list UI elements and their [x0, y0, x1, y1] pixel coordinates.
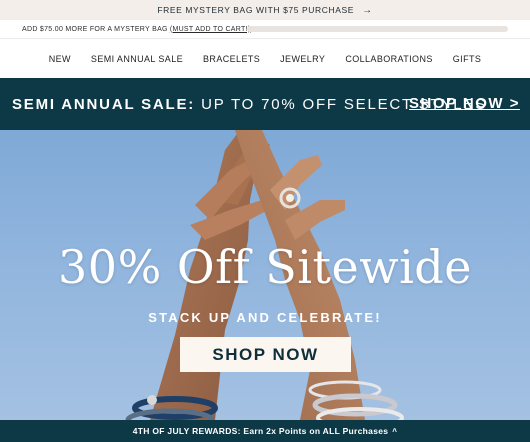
chevron-up-icon[interactable]: ^: [392, 427, 397, 436]
progress-bar: [247, 26, 508, 32]
rewards-bar[interactable]: 4TH OF JULY REWARDS: Earn 2x Points on A…: [0, 420, 530, 442]
sale-banner-label: SEMI ANNUAL SALE:: [12, 95, 196, 113]
nav-item-jewelry[interactable]: JEWELRY: [280, 54, 325, 64]
nav-item-semi-annual-sale[interactable]: SEMI ANNUAL SALE: [91, 54, 183, 64]
nav-item-bracelets[interactable]: BRACELETS: [203, 54, 260, 64]
hero-shop-now-button[interactable]: SHOP NOW: [180, 337, 351, 372]
progress-message: ADD $75.00 MORE FOR A MYSTERY BAG: [22, 25, 168, 33]
nav-item-gifts[interactable]: GIFTS: [453, 54, 482, 64]
main-nav: NEW SEMI ANNUAL SALE BRACELETS JEWELRY C…: [0, 38, 530, 78]
mystery-bag-progress: ADD $75.00 MORE FOR A MYSTERY BAG (MUST …: [0, 20, 530, 38]
promo-bar[interactable]: FREE MYSTERY BAG WITH $75 PURCHASE →: [0, 0, 530, 20]
sale-banner[interactable]: SEMI ANNUAL SALE: UP TO 70% OFF SELECT S…: [0, 78, 530, 130]
promo-text[interactable]: FREE MYSTERY BAG WITH $75 PURCHASE: [157, 5, 354, 15]
nav-item-collaborations[interactable]: COLLABORATIONS: [345, 54, 432, 64]
hero-title: 30% Off Sitewide: [58, 240, 472, 294]
hero-banner[interactable]: 30% Off Sitewide STACK UP AND CELEBRATE!…: [0, 130, 530, 420]
nav-item-new[interactable]: NEW: [49, 54, 71, 64]
must-add-to-cart-link[interactable]: (MUST ADD TO CART!): [170, 26, 251, 33]
rewards-text[interactable]: 4TH OF JULY REWARDS: Earn 2x Points on A…: [133, 426, 389, 436]
hero-subtitle: STACK UP AND CELEBRATE!: [148, 310, 382, 325]
arrow-right-icon[interactable]: →: [362, 5, 373, 16]
sale-shop-now-link[interactable]: SHOP NOW >: [409, 95, 520, 112]
